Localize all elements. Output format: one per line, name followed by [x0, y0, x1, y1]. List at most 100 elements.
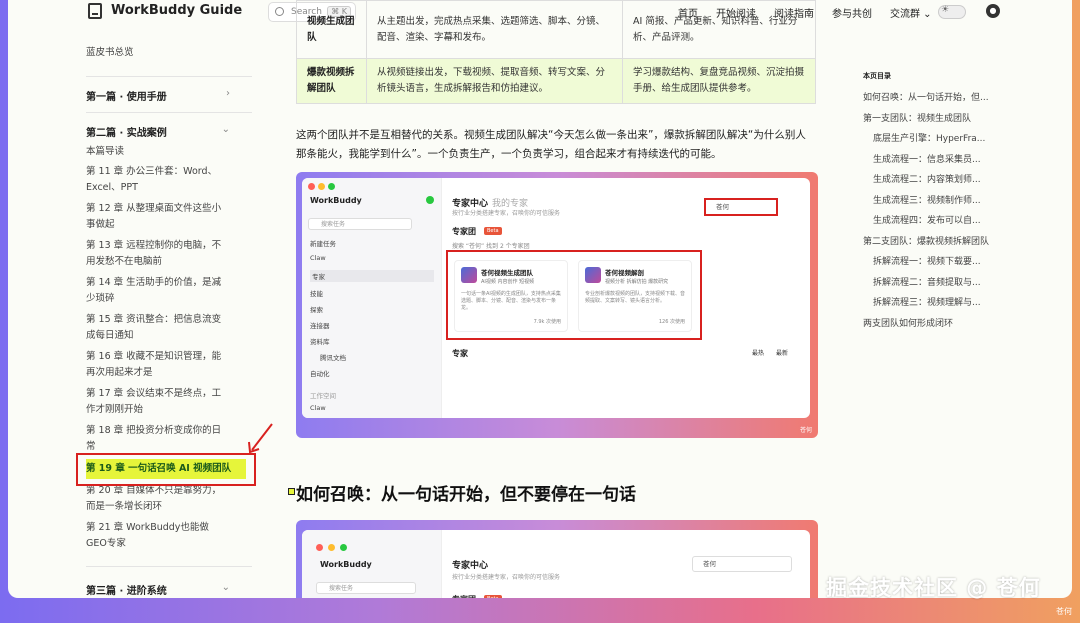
theme-toggle[interactable] [938, 5, 966, 19]
center-sub: 按行业分类搭建专家，召唤你的可信服务 [452, 210, 561, 217]
divider [86, 566, 252, 567]
site-title[interactable]: WorkBuddy Guide [111, 3, 242, 18]
chevron-right-icon: › [226, 88, 230, 99]
chevron-down-icon: ⌄ [221, 124, 230, 135]
sidebar-item[interactable]: 第 11 章 办公三件套：Word、Excel、PPT [86, 164, 226, 195]
menu-item: 资料库 [310, 338, 330, 346]
watermark: 掘金技术社区 @ 苍何 [826, 576, 1041, 600]
tab-hot: 最热 [752, 350, 765, 357]
table-cell: 视频生成团队 [296, 0, 367, 59]
sidebar-section-3[interactable]: 第三篇 · 进阶系统 ⌄ [86, 582, 252, 597]
minimize-dot [318, 183, 325, 190]
toc-item[interactable]: 拆解流程一：视频下载要... [873, 254, 1003, 267]
table-cell: 爆款视频拆解团队 [296, 58, 367, 104]
card-count: 7.9k 次使用 [533, 319, 561, 325]
book-icon[interactable] [88, 3, 102, 19]
sidebar-item[interactable]: 第 12 章 从整理桌面文件这些小事做起 [86, 201, 226, 232]
app-mockup: WorkBuddy 搜索任务 新建任务 Claw 专家 技能 探索 连接器 资料… [302, 178, 810, 418]
expert-card: 苍何视频解剖 视频分析 拆解仿拍 爆款研究 专业剖析爆款视频的团队，支持视频下载… [578, 260, 692, 332]
mock-sidebar: WorkBuddy 搜索任务 新建任务 Claw 专家 技能 探索 连接器 资料… [302, 178, 442, 418]
minimize-dot [328, 544, 335, 551]
nav-contribute[interactable]: 参与共创 [832, 5, 872, 20]
toc-item[interactable]: 第一支团队：视频生成团队 [863, 111, 1003, 124]
mock-search: 苍何 [704, 198, 778, 216]
center-title: 专家中心 [452, 561, 489, 571]
tab-new: 最新 [776, 350, 789, 357]
team-icon [585, 267, 601, 283]
toc-item[interactable]: 生成流程一：信息采集员... [873, 152, 1003, 165]
sidebar-item[interactable]: 第 21 章 WorkBuddy也能做GEO专家 [86, 520, 226, 551]
maximize-dot [328, 183, 335, 190]
app-name: WorkBuddy [320, 560, 372, 569]
workspace-label: 工作空间 [310, 392, 336, 400]
mock-sidebar: WorkBuddy 搜索任务 [302, 530, 442, 598]
center-sub: 按行业分类搭建专家，召唤你的可信服务 [452, 574, 561, 581]
toc-item[interactable]: 拆解流程三：视频理解与... [873, 295, 1003, 308]
table-row: 爆款视频拆解团队 从视频链接出发，下载视频、提取音频、转写文案、分析镜头语言，生… [296, 58, 816, 104]
toc-item[interactable]: 底层生产引擎：HyperFra... [873, 131, 1003, 144]
table-cell: 从主题出发，完成热点采集、选题筛选、脚本、分镜、配音、渲染、字幕和发布。 [366, 0, 623, 59]
menu-item: 专家 [310, 270, 434, 282]
sidebar-item[interactable]: 第 18 章 把投资分析变成你的日常 [86, 423, 226, 454]
arrow-icon [248, 423, 273, 454]
table-cell: 从视频链接出发，下载视频、提取音频、转写文案、分析镜头语言，生成拆解报告和仿拍建… [366, 58, 623, 104]
app-mockup: WorkBuddy 搜索任务 专家中心 按行业分类搭建专家，召唤你的可信服务 苍… [302, 530, 810, 598]
sidebar-item[interactable]: 第 20 章 自媒体不只是靠努力，而是一条增长闭环 [86, 483, 226, 514]
toc-item[interactable]: 生成流程四：发布可以自... [873, 213, 1003, 226]
toc-item[interactable]: 生成流程三：视频制作师... [873, 193, 1003, 206]
card-desc: 一句话一条AI视频的生成团队，支持热点采集选题、脚本、分镜、配音、渲染与发布一条… [461, 291, 561, 311]
heading-marker [288, 488, 295, 495]
toc-item[interactable]: 两支团队如何形成闭环 [863, 316, 1003, 329]
table-cell: AI 简报、产品更新、知识科普、行业分析、产品评测。 [622, 0, 816, 59]
app-window: WorkBuddy Guide Search ⌘ K 首页 开始阅读 阅读指南 … [8, 0, 1072, 598]
card-name: 苍何视频生成团队 [481, 269, 533, 277]
nav-group[interactable]: 交流群 ⌄ [890, 5, 932, 20]
card-tags: AI视频 内容创作 短视频 [481, 279, 535, 285]
card-count: 126 次使用 [658, 319, 685, 325]
screenshot-image: WorkBuddy 搜索任务 新建任务 Claw 专家 技能 探索 连接器 资料… [296, 172, 818, 438]
menu-item: 新建任务 [310, 240, 336, 248]
close-dot [308, 183, 315, 190]
search-icon [275, 7, 284, 16]
sidebar-item[interactable]: 本篇导读 [86, 144, 226, 160]
highlight-box [76, 453, 256, 486]
cards-highlight: 苍何视频生成团队 AI视频 内容创作 短视频 一句话一条AI视频的生成团队，支持… [446, 250, 702, 340]
section-heading: 如何召唤：从一句话开始，但不要停在一句话 [296, 485, 636, 505]
toc-item[interactable]: 如何召唤：从一句话开始，但... [863, 90, 1003, 103]
main-content: 视频生成团队 从主题出发，完成热点采集、选题筛选、脚本、分镜、配音、渲染、字幕和… [288, 0, 818, 598]
paragraph: 这两个团队并不是互相替代的关系。视频生成团队解决“今天怎么做一条出来”，爆款拆解… [296, 129, 806, 160]
chevron-down-icon: ⌄ [221, 582, 230, 593]
team-label: 专家团 [452, 594, 476, 598]
watermark-small: 苍何 [1056, 607, 1072, 616]
menu-item: 技能 [310, 290, 323, 298]
sidebar-section-2[interactable]: 第二篇 · 实战案例 ⌄ [86, 124, 252, 139]
image-caption: 苍何 [799, 427, 812, 434]
beta-badge: Beta [484, 595, 502, 598]
divider [86, 76, 252, 77]
mock-main: 专家中心 按行业分类搭建专家，召唤你的可信服务 苍何 专家团 Beta [442, 530, 810, 598]
toc-title: 本页目录 [863, 72, 891, 80]
menu-item: 连接器 [310, 322, 330, 330]
expert-card: 苍何视频生成团队 AI视频 内容创作 短视频 一句话一条AI视频的生成团队，支持… [454, 260, 568, 332]
workspace-item: Claw [310, 404, 326, 412]
github-icon[interactable]: ● [986, 4, 1000, 18]
toc-item[interactable]: 第二支团队：爆款视频拆解团队 [863, 234, 1003, 247]
sidebar-item[interactable]: 第 13 章 远程控制你的电脑，不用发愁不在电脑前 [86, 238, 226, 269]
sidebar-section-1[interactable]: 第一篇 · 使用手册 › [86, 88, 252, 103]
table-row: 视频生成团队 从主题出发，完成热点采集、选题筛选、脚本、分镜、配音、渲染、字幕和… [296, 0, 816, 59]
menu-item: Claw [310, 254, 326, 262]
sidebar-item[interactable]: 第 17 章 会议结束不是终点，工作才刚刚开始 [86, 386, 226, 417]
team-label: 专家团 [452, 227, 476, 236]
sidebar-item[interactable]: 第 16 章 收藏不是知识管理，能再次用起来才是 [86, 349, 226, 380]
sidebar-item[interactable]: 第 15 章 资讯整合：把信息流变成每日通知 [86, 312, 226, 343]
toc-item[interactable]: 生成流程二：内容策划师... [873, 172, 1003, 185]
menu-item: 探索 [310, 306, 323, 314]
card-desc: 专业剖析爆款视频的团队，支持视频下载、音频提取、文案转写、镜头语言分析。 [585, 291, 686, 304]
menu-item: 腾讯文档 [320, 354, 346, 362]
toc-item[interactable]: 拆解流程二：音频提取与... [873, 275, 1003, 288]
mock-search: 苍何 [692, 556, 792, 572]
sidebar-item[interactable]: 第 14 章 生活助手的价值，是减少琐碎 [86, 275, 226, 306]
sidebar-item-overview[interactable]: 蓝皮书总览 [86, 44, 134, 58]
divider [86, 112, 252, 113]
task-search: 搜索任务 [308, 218, 412, 230]
